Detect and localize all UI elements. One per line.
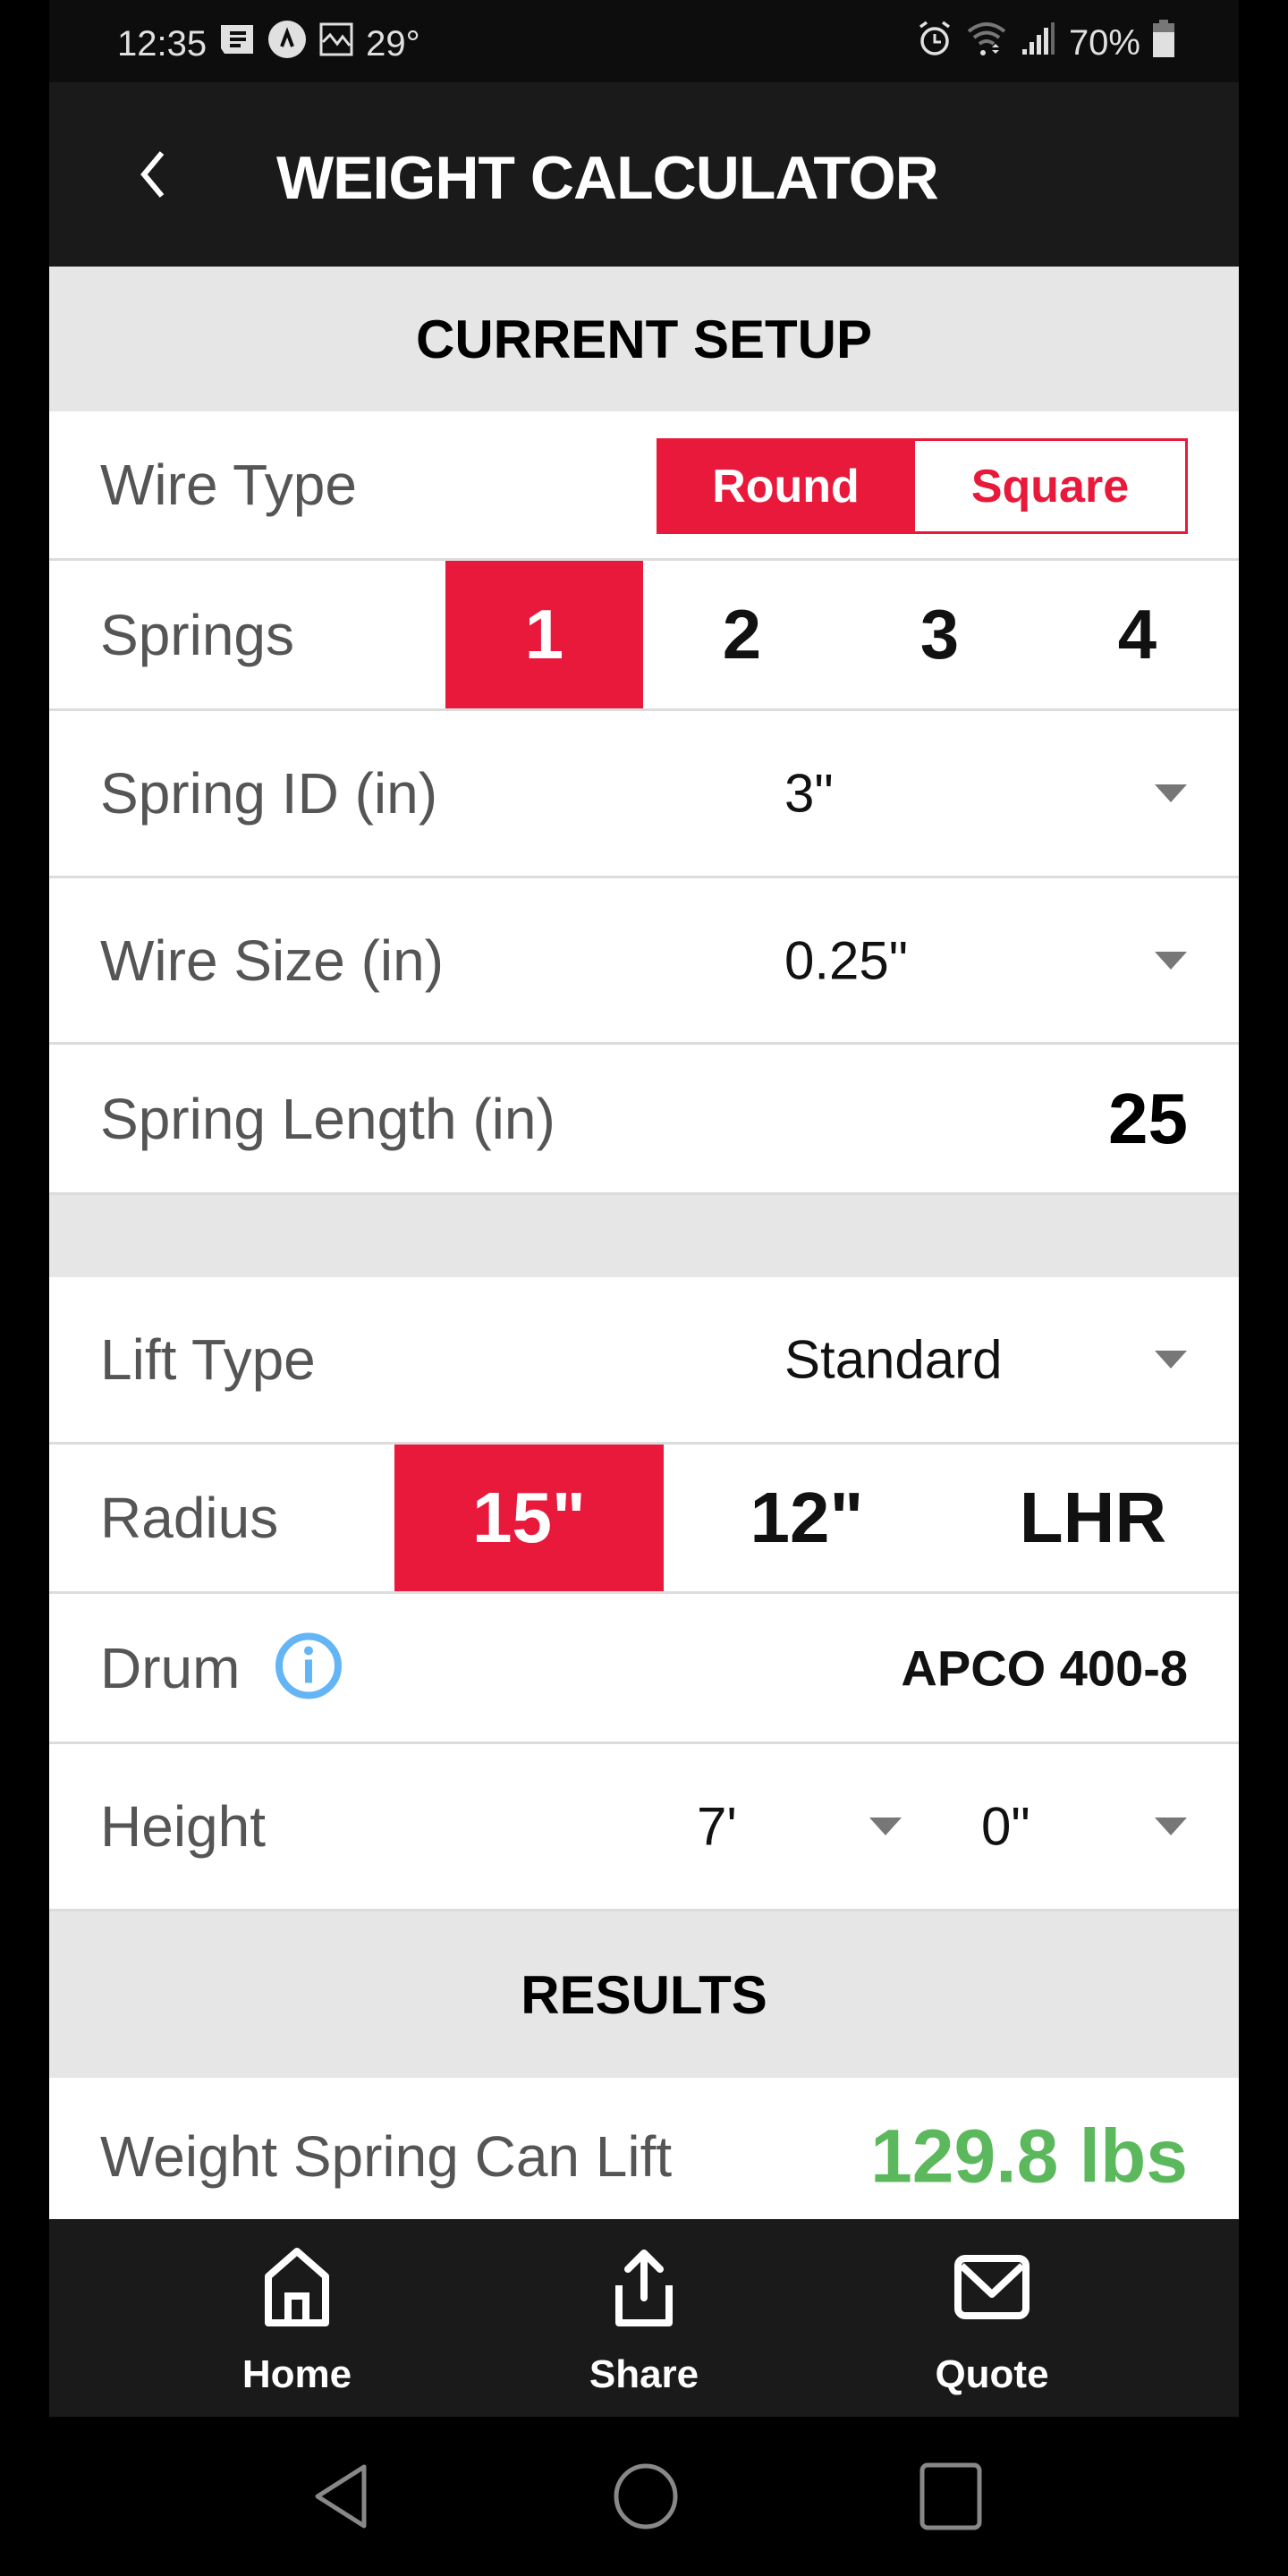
wire-type-row: Wire Type Round Square [49, 411, 1239, 561]
drum-value: APCO 400-8 [901, 1640, 1188, 1696]
battery-icon [1153, 20, 1174, 66]
image-icon [319, 22, 353, 65]
weight-label: Weight Spring Can Lift [100, 2124, 673, 2189]
app-screen: 12:35 29° 70% WEIGHT CALCULATOR CURRENT … [49, 0, 1239, 2417]
share-icon [606, 2219, 682, 2333]
back-button[interactable] [112, 136, 192, 216]
battery-percent: 70% [1068, 22, 1140, 63]
radius-option-lhr[interactable]: LHR [950, 1445, 1236, 1591]
height-inches-dropdown[interactable]: 0" [981, 1796, 1030, 1858]
radius-option-12[interactable]: 12" [664, 1445, 950, 1591]
wire-type-label: Wire Type [100, 453, 357, 517]
system-recents-icon[interactable] [919, 2462, 983, 2536]
springs-option-2[interactable]: 2 [643, 561, 841, 708]
chevron-down-icon[interactable] [869, 1818, 902, 1835]
chevron-left-icon [139, 149, 165, 204]
system-nav-bar [0, 2417, 1288, 2576]
results-heading: RESULTS [49, 1911, 1239, 2078]
height-row: Height 7' 0" [49, 1744, 1239, 1911]
spring-length-label: Spring Length (in) [100, 1086, 555, 1151]
weight-value: 129.8 lbs [870, 2114, 1188, 2199]
current-setup-heading: CURRENT SETUP [49, 267, 1239, 411]
spring-id-row[interactable]: Spring ID (in) 3" [49, 711, 1239, 878]
radius-row: Radius 15" 12" LHR [49, 1445, 1239, 1594]
chevron-down-icon[interactable] [1155, 1351, 1187, 1368]
height-feet-dropdown[interactable]: 7' [697, 1796, 737, 1858]
spring-id-label: Spring ID (in) [100, 761, 437, 826]
nav-quote[interactable]: Quote [858, 2219, 1126, 2417]
drum-label: Drum [100, 1635, 241, 1700]
radius-label: Radius [100, 1486, 279, 1550]
mail-icon [953, 2219, 1031, 2333]
spring-id-dropdown[interactable]: 3" [784, 763, 834, 825]
status-time: 12:35 [117, 23, 208, 64]
lift-type-row[interactable]: Lift Type Standard [49, 1277, 1239, 1445]
nav-home[interactable]: Home [163, 2219, 431, 2417]
wire-size-dropdown[interactable]: 0.25" [784, 929, 908, 991]
wire-type-square-button[interactable]: Square [915, 438, 1188, 534]
section-divider [49, 1195, 1239, 1277]
spring-length-row: Spring Length (in) 25 [49, 1045, 1239, 1195]
wire-size-label: Wire Size (in) [100, 928, 445, 993]
height-label: Height [100, 1794, 266, 1859]
info-icon[interactable] [275, 1631, 343, 1704]
wifi-icon [965, 21, 1008, 65]
drum-row: Drum APCO 400-8 [49, 1594, 1239, 1744]
alarm-icon [917, 20, 953, 66]
system-home-icon[interactable] [612, 2462, 680, 2536]
lift-type-dropdown[interactable]: Standard [784, 1329, 1003, 1391]
signal-icon [1021, 21, 1056, 65]
lift-type-label: Lift Type [100, 1327, 316, 1392]
weight-result-row: Weight Spring Can Lift 129.8 lbs [49, 2078, 1239, 2219]
nav-quote-label: Quote [935, 2352, 1049, 2396]
system-back-icon[interactable] [309, 2462, 373, 2536]
home-icon [259, 2219, 335, 2333]
bottom-nav: Home Share Quote [49, 2219, 1239, 2417]
status-temperature: 29° [366, 23, 420, 64]
springs-option-1[interactable]: 1 [445, 561, 643, 708]
springs-option-4[interactable]: 4 [1038, 561, 1236, 708]
chevron-down-icon[interactable] [1155, 951, 1187, 970]
nav-share[interactable]: Share [510, 2219, 778, 2417]
status-bar: 12:35 29° 70% [49, 0, 1239, 82]
spring-length-input[interactable]: 25 [1108, 1078, 1188, 1160]
springs-option-3[interactable]: 3 [841, 561, 1038, 708]
app-header: WEIGHT CALCULATOR [49, 82, 1239, 267]
chevron-down-icon[interactable] [1155, 784, 1187, 802]
chevron-down-icon[interactable] [1155, 1818, 1187, 1835]
app-a-icon [267, 20, 307, 68]
nav-home-label: Home [242, 2352, 352, 2396]
radius-option-15[interactable]: 15" [394, 1445, 664, 1591]
wire-size-row[interactable]: Wire Size (in) 0.25" [49, 878, 1239, 1045]
springs-label: Springs [100, 602, 294, 667]
springs-row: Springs 1 2 3 4 [49, 561, 1239, 711]
wire-type-round-button[interactable]: Round [657, 438, 915, 534]
nav-share-label: Share [589, 2352, 699, 2396]
message-icon [219, 23, 255, 64]
page-title: WEIGHT CALCULATOR [276, 144, 939, 212]
